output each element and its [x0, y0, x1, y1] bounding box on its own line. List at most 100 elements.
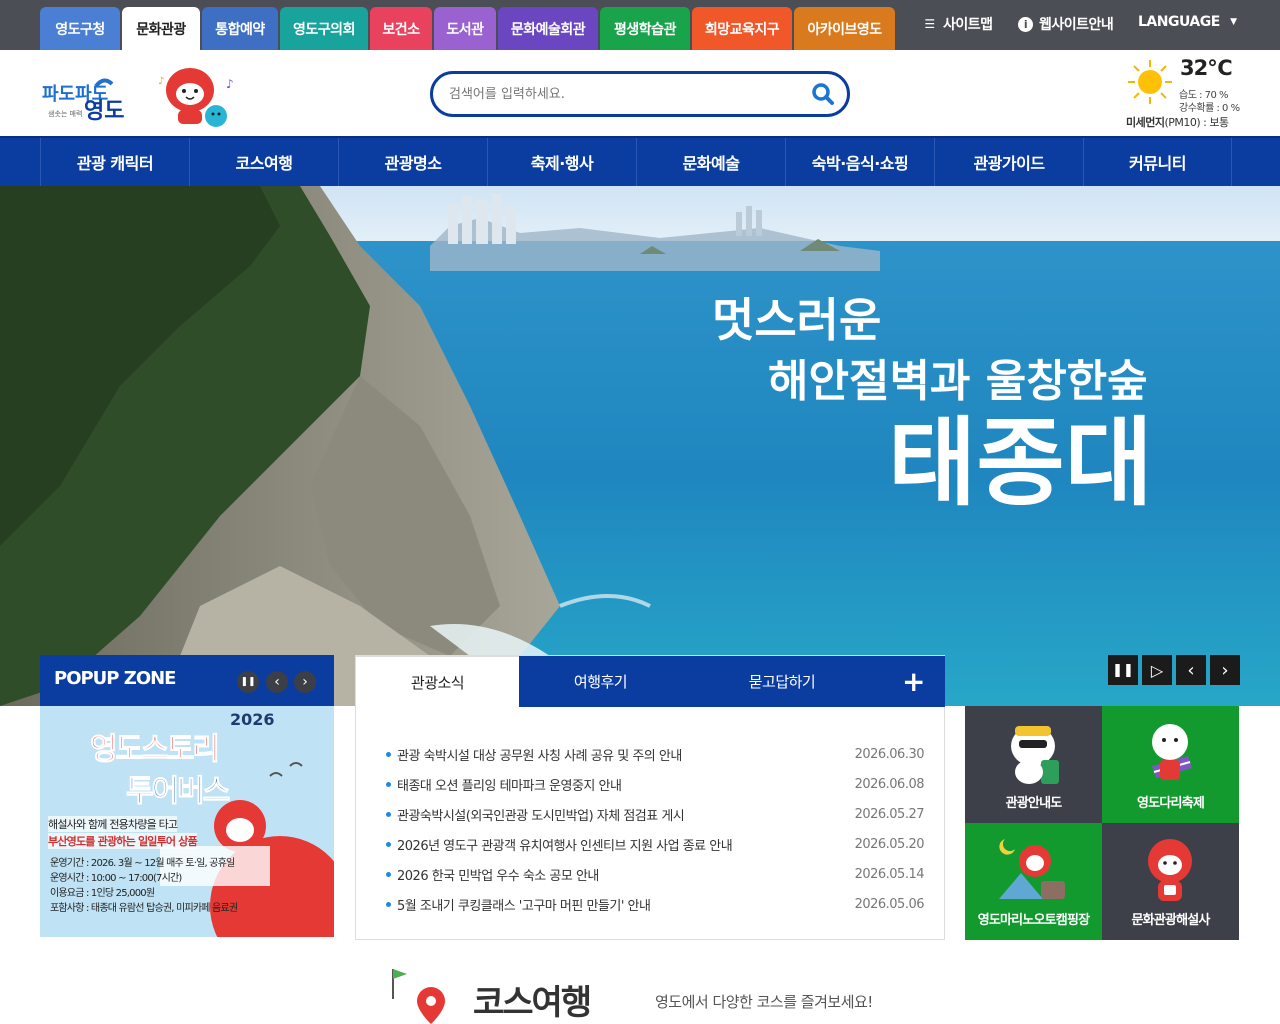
popup-next-button[interactable]: › — [294, 671, 316, 693]
sun-icon — [1128, 60, 1172, 104]
site-tab-council[interactable]: 영도구의회 — [280, 7, 368, 50]
character-festival-icon — [1152, 724, 1192, 780]
tab-qna[interactable]: 묻고답하기 — [682, 656, 882, 707]
quick-link-camping[interactable]: 영도마리노오토캠핑장 — [965, 823, 1102, 940]
news-date: 2026.05.27 — [854, 806, 925, 822]
character-guide-icon — [1148, 839, 1192, 901]
hero-banner: 멋스러운 해안절벽과 울창한숲 태종대 — [0, 186, 1280, 706]
chevron-left-icon: ‹ — [274, 674, 280, 690]
quick-link-bridge-festival[interactable]: 영도다리축제 — [1102, 706, 1239, 823]
news-date: 2026.05.20 — [854, 836, 925, 852]
hero-prev-button[interactable]: ‹ — [1176, 655, 1206, 685]
news-title: 2026년 영도구 관광객 유치여행사 인센티브 지원 사업 종료 안내 — [397, 838, 733, 854]
svg-text:♪: ♪ — [158, 76, 164, 87]
hero-play-button[interactable]: ▷ — [1142, 655, 1172, 685]
news-item[interactable]: 관광숙박시설(외국인관광 도시민박업) 자체 점검표 게시 2026.05.27 — [384, 799, 925, 829]
popup-zone-title: POPUP ZONE — [54, 668, 176, 689]
search-icon — [812, 83, 834, 105]
site-tab-health-center[interactable]: 보건소 — [370, 7, 432, 50]
play-icon: ▷ — [1150, 660, 1164, 680]
popup-banner-year: 2026 — [230, 710, 275, 729]
menu-icon: ☰ — [924, 17, 935, 31]
site-tab-culture-tourism[interactable]: 문화관광 — [122, 7, 200, 50]
hero-line2: 해안절벽과 울창한숲 — [768, 356, 1148, 407]
site-tab-yeongdo-gu[interactable]: 영도구청 — [40, 7, 120, 50]
bullet-icon — [386, 901, 391, 907]
popup-info-line: 운영기간 : 2026. 3월 ~ 12월 매주 토·일, 공휴일 — [50, 858, 235, 869]
popup-prev-button[interactable]: ‹ — [266, 671, 288, 693]
logo-line2: 영도 — [84, 99, 124, 124]
site-tab-lifelong-learning[interactable]: 평생학습관 — [600, 7, 690, 50]
news-date: 2026.06.30 — [854, 746, 925, 762]
news-item[interactable]: 관광 숙박시설 대상 공무원 사칭 사례 공유 및 주의 안내 2026.06.3… — [384, 739, 925, 769]
hero-next-button[interactable]: › — [1210, 655, 1240, 685]
quick-link-tour-guide[interactable]: 문화관광해설사 — [1102, 823, 1239, 940]
news-item[interactable]: 2026 한국 민박업 우수 숙소 공모 안내 2026.05.14 — [384, 859, 925, 889]
popup-banner-title1: 영도스토리 — [90, 732, 221, 768]
news-more-button[interactable]: + — [882, 656, 945, 707]
popup-info-line: 이용요금 : 1인당 25,000원 — [50, 888, 155, 899]
popup-banner-desc1: 해설사와 함께 전용차량을 타고 — [48, 816, 178, 832]
bullet-icon — [386, 781, 391, 787]
pause-icon: ❚❚ — [1112, 662, 1134, 678]
main-navigation: 관광 캐릭터 코스여행 관광명소 축제·행사 문화예술 숙박·음식·쇼핑 관광가… — [0, 136, 1280, 186]
chevron-right-icon: › — [1221, 659, 1229, 681]
bullet-icon — [386, 811, 391, 817]
news-title: 관광숙박시설(외국인관광 도시민박업) 자체 점검표 게시 — [397, 808, 685, 824]
character-tour-map-icon — [1011, 726, 1059, 784]
language-label: LANGUAGE — [1138, 14, 1220, 30]
info-icon: i — [1018, 16, 1033, 32]
hero-image: 멋스러운 해안절벽과 울창한숲 태종대 — [0, 186, 1280, 706]
popup-pause-button[interactable]: ❚❚ — [237, 671, 259, 693]
site-tab-library[interactable]: 도서관 — [434, 7, 496, 50]
website-guide-link[interactable]: i 웹사이트안내 — [1018, 14, 1114, 34]
news-item[interactable]: 5월 조내기 쿠킹클래스 '고구마 머핀 만들기' 안내 2026.05.06 — [384, 889, 925, 919]
popup-banner-info: 운영기간 : 2026. 3월 ~ 12월 매주 토·일, 공휴일 운영시간 :… — [50, 856, 238, 916]
quick-link-tour-map[interactable]: 관광안내도 — [965, 706, 1102, 823]
popup-banner[interactable]: 2026 영도스토리 투어버스 해설사와 함께 전용차량을 타고 부산영도를 관… — [40, 706, 334, 937]
quick-link-label: 영도마리노오토캠핑장 — [977, 913, 1090, 928]
map-pin-icon — [392, 969, 445, 1024]
sitemap-label: 사이트맵 — [943, 17, 993, 33]
news-list: 관광 숙박시설 대상 공무원 사칭 사례 공유 및 주의 안내 2026.06.3… — [384, 739, 925, 919]
nav-attractions[interactable]: 관광명소 — [338, 138, 487, 186]
tab-tourism-news[interactable]: 관광소식 — [356, 656, 519, 707]
nav-tour-guide[interactable]: 관광가이드 — [934, 138, 1083, 186]
site-tab-reservation[interactable]: 통합예약 — [202, 7, 278, 50]
nav-course-travel[interactable]: 코스여행 — [189, 138, 338, 186]
fine-dust-status: 미세먼지(PM10) : 보통 — [1126, 114, 1229, 130]
site-logo[interactable]: 파도파도 영도 샘솟는 매력 ♪ ♪ — [40, 60, 240, 134]
website-guide-label: 웹사이트안내 — [1039, 17, 1114, 33]
character-camping-icon — [999, 839, 1065, 899]
news-date: 2026.05.14 — [854, 866, 925, 882]
caret-down-icon: ▼ — [1230, 17, 1237, 27]
pause-icon: ❚❚ — [240, 677, 256, 687]
fine-dust-label: 미세먼지 — [1126, 116, 1165, 129]
site-tab-hope-education[interactable]: 희망교육지구 — [692, 7, 792, 50]
bullet-icon — [386, 871, 391, 877]
news-title: 2026 한국 민박업 우수 숙소 공모 안내 — [397, 868, 599, 884]
news-item[interactable]: 2026년 영도구 관광객 유치여행사 인센티브 지원 사업 종료 안내 2026… — [384, 829, 925, 859]
quick-link-label: 관광안내도 — [1005, 796, 1063, 811]
site-tab-archive[interactable]: 아카이브영도 — [794, 7, 895, 50]
sitemap-link[interactable]: ☰ 사이트맵 — [922, 14, 993, 34]
nav-lodging-food-shopping[interactable]: 숙박·음식·쇼핑 — [785, 138, 934, 186]
nav-culture-arts[interactable]: 문화예술 — [636, 138, 785, 186]
logo-tagline: 샘솟는 매력 — [48, 110, 82, 118]
nav-community[interactable]: 커뮤니티 — [1083, 138, 1232, 186]
bullet-icon — [386, 841, 391, 847]
tab-travel-reviews[interactable]: 여행후기 — [519, 656, 682, 707]
news-item[interactable]: 태종대 오션 플리잉 테마파크 운영중지 안내 2026.06.08 — [384, 769, 925, 799]
nav-festivals[interactable]: 축제·행사 — [487, 138, 636, 186]
nav-tourism-character[interactable]: 관광 캐릭터 — [40, 138, 189, 186]
popup-info-line: 포함사항 : 태종대 유람선 탑승권, 미피카페 음료권 — [50, 903, 238, 914]
site-tab-arts-center[interactable]: 문화예술회관 — [498, 7, 598, 50]
header: 파도파도 영도 샘솟는 매력 ♪ ♪ — [0, 50, 1280, 136]
popup-banner-desc2: 부산영도를 관광하는 일일투어 상품 — [48, 833, 198, 849]
search-button[interactable] — [809, 80, 837, 108]
search-input[interactable] — [449, 82, 789, 106]
hero-pause-button[interactable]: ❚❚ — [1108, 655, 1138, 685]
quick-link-label: 영도다리축제 — [1137, 796, 1205, 811]
course-title: 코스여행 — [473, 983, 592, 1023]
language-select[interactable]: LANGUAGE ▼ — [1138, 14, 1241, 30]
